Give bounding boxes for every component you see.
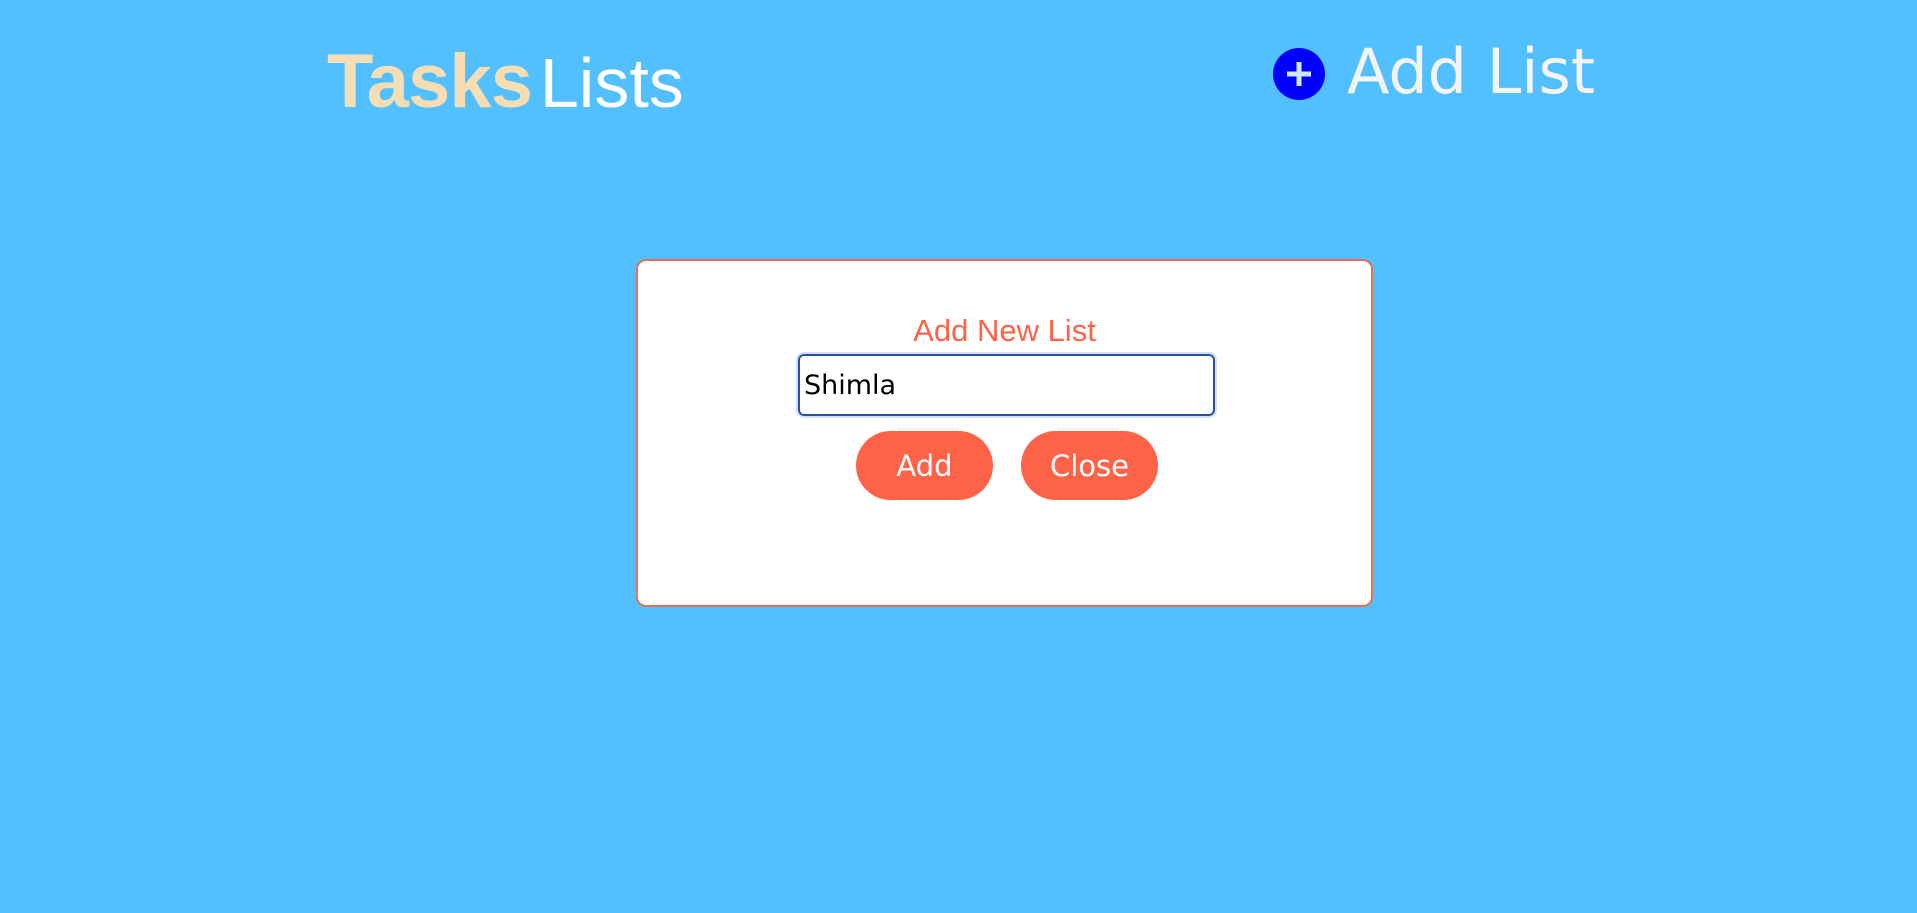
add-button[interactable]: Add (856, 431, 993, 500)
brand-lists-text: Lists (539, 44, 684, 122)
add-list-label[interactable]: Add List (1347, 36, 1595, 108)
add-list-modal: Add New List Add Close (636, 259, 1373, 607)
close-button[interactable]: Close (1021, 431, 1158, 500)
add-list-button[interactable]: Add List (1273, 36, 1595, 110)
brand-tasks-text: Tasks (327, 39, 533, 124)
list-name-input[interactable] (796, 352, 1217, 418)
plus-circle-icon[interactable] (1273, 48, 1325, 100)
modal-title: Add New List (913, 313, 1096, 348)
app-logo: Tasks Lists (327, 38, 684, 125)
